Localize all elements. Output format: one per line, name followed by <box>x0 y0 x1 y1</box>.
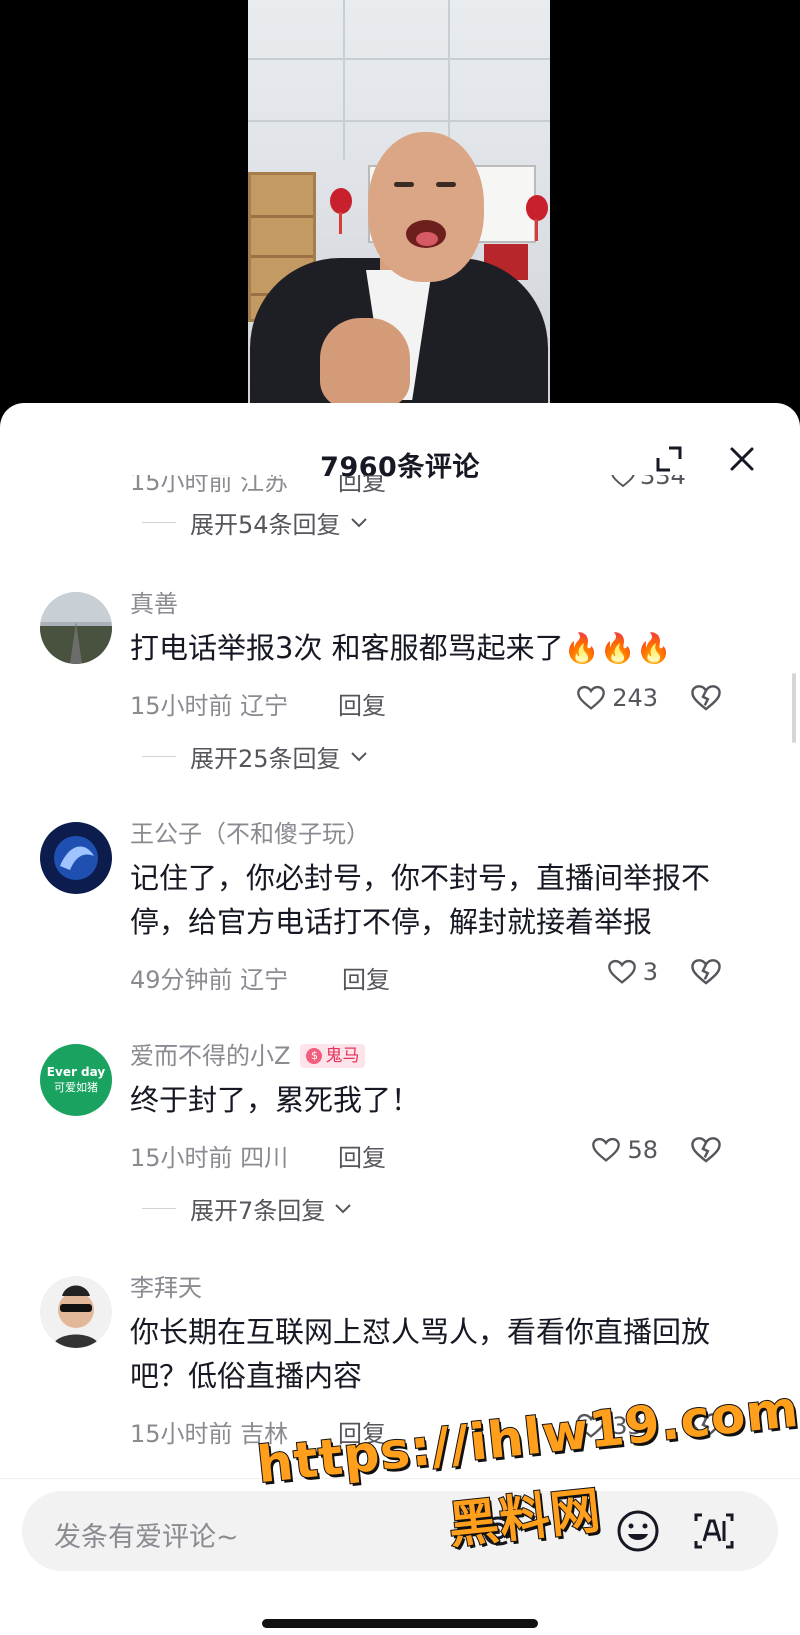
broken-heart-icon[interactable] <box>690 958 722 990</box>
avatar[interactable] <box>40 1276 112 1348</box>
person-hand <box>320 318 410 408</box>
like-count[interactable]: 334 <box>610 475 686 490</box>
expand-replies[interactable]: 展开25条回复 <box>130 732 760 780</box>
like-button[interactable]: 243 <box>576 684 658 712</box>
reply-button[interactable]: 回复 <box>338 686 386 721</box>
like-button[interactable]: 3 <box>607 958 658 986</box>
expand-replies-label: 展开54条回复 <box>190 510 341 539</box>
comment-item: 真善 打电话举报3次 和客服都骂起来了🔥🔥🔥 15小时前 辽宁 回复 243 展… <box>0 588 800 780</box>
comment-meta: 49分钟前 辽宁 回复 3 <box>130 950 760 1006</box>
scrollbar[interactable] <box>792 673 796 743</box>
emoji-icon[interactable] <box>614 1507 662 1555</box>
expand-replies[interactable]: 展开54条回复 <box>0 498 800 546</box>
comment-time: 15小时前 江苏 <box>130 475 289 496</box>
comment-list[interactable]: 15小时前 江苏 回复 334 展开54条回复 真善 打电话举报3次 和客服都骂… <box>0 475 800 1475</box>
comment-username[interactable]: 真善 <box>130 588 760 620</box>
broken-heart-icon[interactable] <box>690 1136 722 1168</box>
reply-button[interactable]: 回复 <box>338 475 386 497</box>
comment-item: 王公子（不和傻子玩） 记住了，你必封号，你不封号，直播间举报不停，给官方电话打不… <box>0 818 800 1006</box>
video-frame <box>248 0 550 410</box>
expand-replies[interactable]: 展开7条回复 <box>130 1184 760 1232</box>
like-count: 3 <box>642 958 658 986</box>
home-indicator[interactable] <box>262 1619 538 1628</box>
reply-button[interactable]: 回复 <box>338 1138 386 1173</box>
comment-text: 你长期在互联网上怼人骂人，看看你直播回放吧？低俗直播内容 <box>130 1315 711 1393</box>
comment-username[interactable]: 王公子（不和傻子玩） <box>130 818 760 850</box>
comment-text: 打电话举报3次 和客服都骂起来了🔥🔥🔥 <box>130 631 672 665</box>
chevron-down-icon <box>349 749 369 763</box>
chevron-down-icon <box>333 1201 353 1215</box>
expand-replies-label: 展开25条回复 <box>190 744 341 773</box>
user-badge: $ 鬼马 <box>300 1044 366 1068</box>
comment-input-placeholder: 发条有爱评论~ <box>54 1522 239 1553</box>
like-count: 243 <box>612 684 658 712</box>
comment-meta: 15小时前 四川 回复 58 <box>130 1128 760 1184</box>
ai-icon[interactable] <box>690 1507 738 1555</box>
comment-input[interactable]: 发条有爱评论~ <box>22 1491 778 1571</box>
heart-icon <box>577 685 606 710</box>
comment-text: 记住了，你必封号，你不封号，直播间举报不停，给官方电话打不停，解封就接着举报 <box>130 861 711 939</box>
lantern-decoration <box>526 195 548 241</box>
comment-time: 49分钟前 辽宁 <box>130 966 289 994</box>
like-count: 58 <box>627 1136 658 1164</box>
coin-icon: $ <box>306 1048 323 1064</box>
comment-input-bar: 发条有爱评论~ <box>0 1478 800 1635</box>
comment-text: 终于封了，累死我了！ <box>130 1083 421 1117</box>
broken-heart-icon[interactable] <box>690 684 722 716</box>
avatar[interactable] <box>40 592 112 664</box>
comment-username[interactable]: 爱而不得的小Z $ 鬼马 <box>130 1040 760 1072</box>
comment-item: Ever day 可爱如猪 爱而不得的小Z $ 鬼马 终于封了，累死我了！ 15小… <box>0 1040 800 1232</box>
comment-time: 15小时前 辽宁 <box>130 692 289 720</box>
comment-meta: 15小时前 江苏 回复 334 <box>0 475 800 498</box>
like-button[interactable]: 58 <box>591 1136 658 1164</box>
comment-username[interactable]: 李拜天 <box>130 1272 760 1304</box>
expand-replies-label: 展开7条回复 <box>190 1196 326 1225</box>
heart-icon <box>607 959 636 984</box>
person-face <box>368 132 484 282</box>
lantern-decoration <box>330 188 352 234</box>
heart-icon <box>611 475 635 488</box>
comment-meta: 15小时前 辽宁 回复 243 <box>130 676 760 732</box>
chevron-down-icon <box>349 515 369 529</box>
reply-button[interactable]: 回复 <box>342 960 390 995</box>
avatar[interactable] <box>40 822 112 894</box>
avatar[interactable]: Ever day 可爱如猪 <box>40 1044 112 1116</box>
heart-icon <box>592 1137 621 1162</box>
video-player[interactable] <box>0 0 800 420</box>
comment-time: 15小时前 四川 <box>130 1144 289 1172</box>
